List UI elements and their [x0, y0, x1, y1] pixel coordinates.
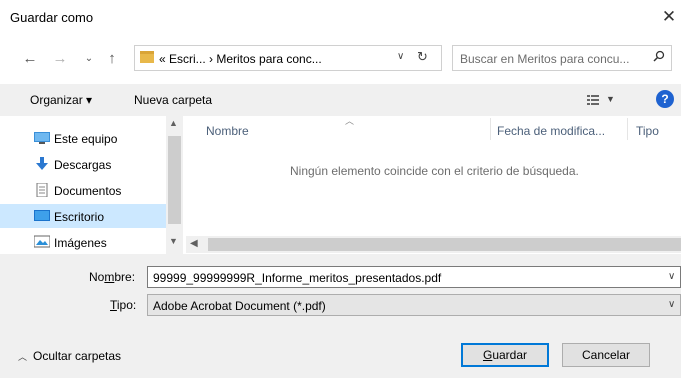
scroll-left-icon[interactable]: ◀: [190, 238, 198, 249]
address-bar[interactable]: « Escri... › Meritos para conc... ∨ ↻: [134, 45, 442, 71]
scroll-up-icon[interactable]: ▲: [169, 118, 178, 128]
file-name-label: Nombre:: [89, 270, 135, 284]
column-header-fecha[interactable]: Fecha de modifica...: [497, 124, 605, 138]
sidebar-item-documentos[interactable]: Documentos: [0, 178, 166, 202]
sidebar-item-este-equipo[interactable]: Este equipo: [0, 126, 166, 150]
sidebar-item-label: Descargas: [54, 158, 112, 172]
search-box[interactable]: Buscar en Meritos para concu...: [452, 45, 672, 71]
scroll-down-icon[interactable]: ▼: [169, 236, 178, 246]
address-path[interactable]: « Escri... › Meritos para conc...: [159, 52, 322, 66]
chevron-down-icon[interactable]: ∨: [668, 299, 675, 310]
image-icon: [33, 235, 51, 249]
sidebar-item-label: Documentos: [54, 184, 122, 198]
desktop-icon: [34, 209, 50, 223]
file-name-field[interactable]: 99999_99999999R_Informe_meritos_presenta…: [147, 266, 681, 288]
chevron-up-icon: ︿: [18, 352, 28, 362]
file-type-value[interactable]: Adobe Acrobat Document (*.pdf): [153, 299, 326, 313]
file-name-value[interactable]: 99999_99999999R_Informe_meritos_presenta…: [153, 271, 441, 285]
sidebar-item-escritorio[interactable]: Escritorio: [0, 204, 166, 228]
window-title: Guardar como: [10, 10, 94, 25]
search-placeholder[interactable]: Buscar en Meritos para concu...: [460, 52, 629, 66]
sidebar-item-label: Escritorio: [54, 210, 105, 224]
label-part: uardar: [492, 348, 528, 362]
column-header-nombre[interactable]: Nombre: [206, 124, 249, 138]
navigation-pane: Este equipo Descargas Documentos Escrito…: [0, 116, 183, 254]
save-button[interactable]: Guardar: [461, 343, 549, 367]
title-bar: [0, 0, 681, 40]
label-part: bre:: [114, 270, 136, 284]
folder-icon: [140, 51, 154, 63]
help-icon[interactable]: ?: [656, 90, 674, 108]
horizontal-scrollbar[interactable]: ◀: [186, 236, 681, 253]
hide-folders-label: Ocultar carpetas: [33, 349, 122, 363]
forward-arrow-icon[interactable]: →: [50, 46, 70, 72]
organize-menu-button[interactable]: Organizar ▾: [30, 93, 92, 107]
chevron-down-icon[interactable]: ∨: [668, 271, 675, 282]
command-toolbar: Organizar ▾ Nueva carpeta ▼ ?: [0, 84, 681, 116]
hide-folders-toggle[interactable]: ︿ Ocultar carpetas: [18, 349, 121, 363]
cancel-button[interactable]: Cancelar: [562, 343, 650, 367]
document-icon: [34, 182, 50, 198]
file-type-select[interactable]: Adobe Acrobat Document (*.pdf) ∨: [147, 294, 681, 316]
file-type-label: Tipo:: [110, 298, 136, 312]
navigation-scrollbar[interactable]: ▲ ▼: [166, 116, 183, 254]
recent-locations-chevron-icon[interactable]: ⌄: [82, 46, 96, 72]
download-icon: [34, 157, 50, 171]
sidebar-item-imagenes[interactable]: Imágenes: [0, 230, 166, 254]
label-accelerator: T: [110, 298, 117, 312]
close-icon[interactable]: ✕: [658, 4, 680, 30]
search-icon[interactable]: [653, 50, 665, 65]
view-dropdown-icon[interactable]: ▼: [606, 94, 615, 104]
up-folder-arrow-icon[interactable]: ↑: [103, 46, 121, 72]
back-arrow-icon[interactable]: ←: [20, 46, 40, 72]
label-accelerator: G: [482, 348, 493, 362]
label-accelerator: m: [104, 270, 115, 284]
label-part: ipo:: [116, 298, 137, 312]
column-header-tipo[interactable]: Tipo: [636, 124, 659, 138]
view-options-icon[interactable]: [587, 94, 599, 105]
scrollbar-thumb[interactable]: [208, 238, 681, 251]
refresh-icon[interactable]: ↻: [417, 49, 428, 65]
sidebar-item-label: Este equipo: [54, 132, 118, 146]
empty-results-message: Ningún elemento coincide con el criterio…: [290, 164, 579, 178]
scrollbar-thumb[interactable]: [168, 136, 181, 224]
computer-icon: [34, 131, 50, 145]
address-dropdown-icon[interactable]: ∨: [397, 51, 404, 62]
column-divider: [627, 118, 628, 140]
label-part: No: [89, 270, 105, 284]
sort-ascending-icon: ︿: [345, 116, 355, 126]
sidebar-item-label: Imágenes: [54, 236, 107, 250]
column-divider: [490, 118, 491, 140]
new-folder-button[interactable]: Nueva carpeta: [134, 93, 212, 107]
sidebar-item-descargas[interactable]: Descargas: [0, 152, 166, 176]
